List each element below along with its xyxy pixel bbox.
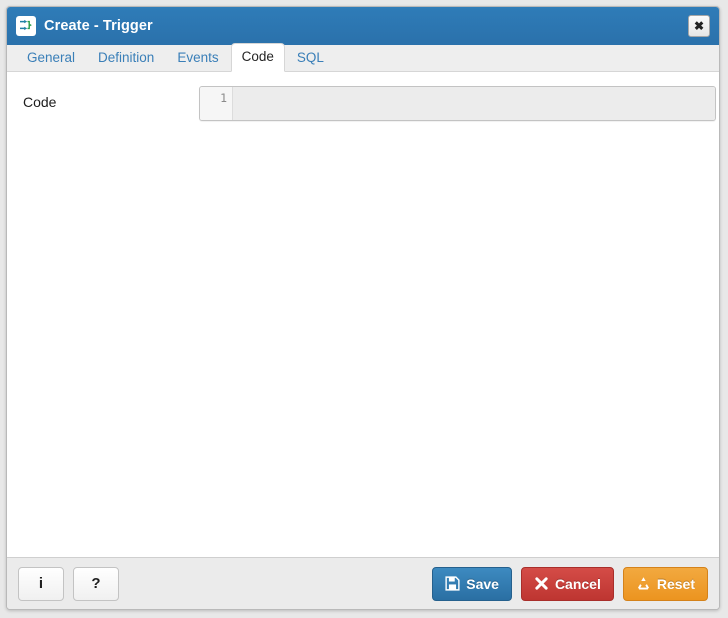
- tab-panel-code: Code 1: [7, 72, 719, 557]
- help-button[interactable]: ?: [73, 566, 119, 601]
- save-button-label: Save: [466, 575, 499, 592]
- create-trigger-dialog: Create - Trigger ✖ General Definition Ev…: [6, 6, 720, 610]
- tab-general[interactable]: General: [16, 44, 86, 72]
- code-field-row: Code 1: [7, 86, 719, 121]
- save-icon: [445, 576, 460, 591]
- code-gutter: 1: [200, 87, 233, 120]
- code-field-label: Code: [23, 94, 57, 110]
- tab-definition[interactable]: Definition: [87, 44, 165, 72]
- dialog-title: Create - Trigger: [44, 17, 153, 34]
- close-x-icon: [534, 576, 549, 591]
- reset-button-label: Reset: [656, 575, 695, 592]
- cancel-button-label: Cancel: [554, 575, 601, 592]
- close-icon[interactable]: ✖: [688, 15, 710, 37]
- save-button[interactable]: Save: [432, 566, 512, 601]
- dialog-titlebar: Create - Trigger ✖: [7, 7, 719, 45]
- code-text-area[interactable]: [233, 87, 715, 120]
- dialog-footer: i ? Save Cancel Reset: [7, 557, 719, 609]
- recycle-icon: [636, 576, 651, 591]
- footer-left-buttons: i ?: [18, 566, 119, 601]
- footer-right-buttons: Save Cancel Reset: [432, 566, 708, 601]
- tab-sql[interactable]: SQL: [286, 44, 335, 72]
- dialog-tabs: General Definition Events Code SQL: [7, 43, 719, 72]
- code-line-number: 1: [220, 91, 227, 105]
- info-button[interactable]: i: [18, 566, 64, 601]
- reset-button[interactable]: Reset: [622, 566, 708, 601]
- cancel-button[interactable]: Cancel: [520, 566, 614, 601]
- code-input[interactable]: 1: [199, 86, 716, 121]
- tab-events[interactable]: Events: [166, 44, 229, 72]
- tab-code[interactable]: Code: [230, 43, 285, 72]
- trigger-icon: [16, 16, 36, 36]
